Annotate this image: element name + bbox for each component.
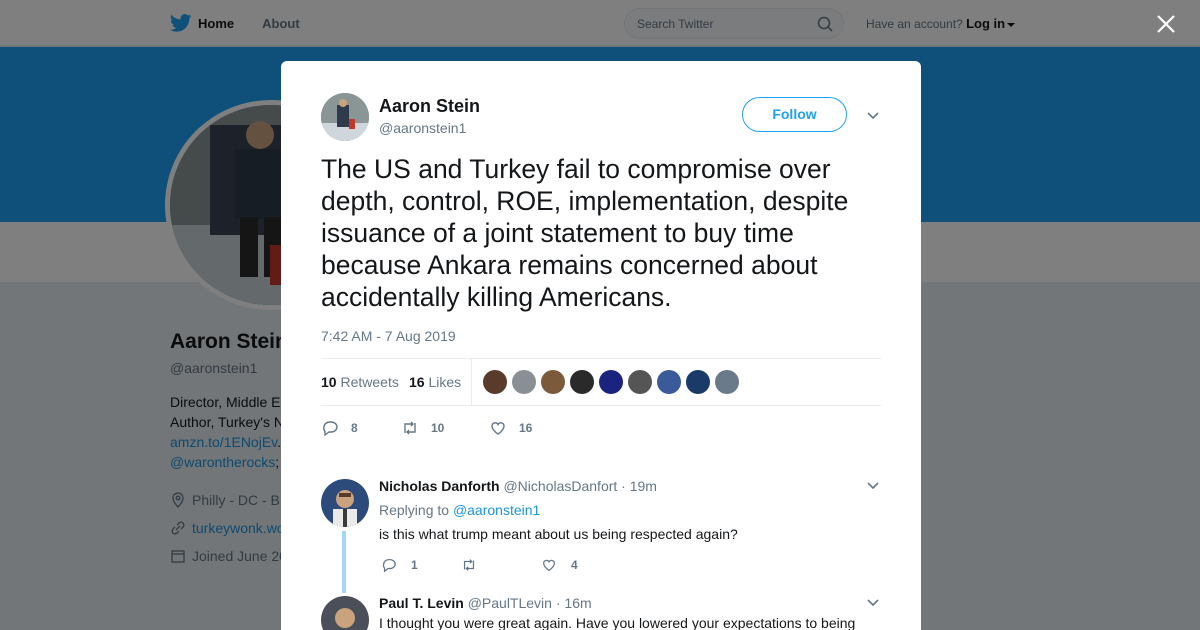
retweet-action[interactable] (461, 557, 541, 573)
author-photo (321, 93, 369, 141)
tweet-timestamp[interactable]: 7:42 AM - 7 Aug 2019 (321, 328, 456, 344)
reply-avatar-danforth[interactable] (321, 479, 369, 527)
reply-icon (323, 421, 338, 437)
reply-reply-count: 1 (411, 558, 418, 572)
liker-avatars (483, 370, 744, 394)
replying-to-handle[interactable]: @aaronstein1 (453, 502, 540, 518)
reply-author-name[interactable]: Nicholas Danforth (379, 478, 500, 494)
tweet-modal: Aaron Stein @aaronstein1 Follow The US a… (281, 61, 921, 630)
chevron-down-icon[interactable] (867, 482, 879, 490)
close-icon[interactable] (1156, 14, 1176, 34)
like-count: 16 (519, 421, 533, 435)
retweet-icon (404, 421, 416, 435)
like-action[interactable]: 4 (541, 557, 578, 573)
reply-header: Paul T. Levin @PaulTLevin · 16m (379, 595, 592, 611)
reply-count: 8 (351, 421, 358, 435)
reply-photo (321, 596, 369, 630)
thread-connector (342, 531, 346, 593)
chevron-down-icon[interactable] (867, 112, 879, 120)
reply-avatar-levin[interactable] (321, 596, 369, 630)
reply-text: I thought you were great again. Have you… (379, 615, 856, 630)
liker-avatar[interactable] (541, 370, 565, 394)
retweet-count: 10 (431, 421, 445, 435)
reply-time[interactable]: · 19m (621, 478, 657, 494)
stats-divider (471, 359, 472, 406)
reply-text: is this what trump meant about us being … (379, 526, 738, 542)
likes-count: 16 (409, 374, 425, 390)
heart-icon (491, 422, 505, 435)
retweets-label: Retweets (340, 374, 399, 390)
tweet-author-handle[interactable]: @aaronstein1 (379, 120, 466, 136)
liker-avatar[interactable] (628, 370, 652, 394)
tweet-stats: 10 Retweets 16 Likes (321, 358, 881, 406)
liker-avatar[interactable] (657, 370, 681, 394)
tweet-author-name[interactable]: Aaron Stein (379, 96, 480, 117)
chevron-down-icon[interactable] (867, 599, 879, 607)
reply-header: Nicholas Danforth @NicholasDanfort · 19m (379, 478, 657, 494)
liker-avatar[interactable] (570, 370, 594, 394)
replying-to: Replying to @aaronstein1 (379, 502, 540, 518)
liker-avatar[interactable] (599, 370, 623, 394)
reply-author-handle[interactable]: @NicholasDanfort (503, 478, 617, 494)
reply-time[interactable]: · 16m (556, 595, 592, 611)
replying-prefix: Replying to (379, 502, 450, 518)
reply-author-handle[interactable]: @PaulTLevin (468, 595, 552, 611)
retweets-stat[interactable]: 10 Retweets (321, 374, 399, 390)
tweet-actions: 8 10 16 (321, 419, 532, 437)
retweet-action[interactable]: 10 (401, 419, 489, 437)
heart-icon (543, 559, 555, 572)
liker-avatar[interactable] (715, 370, 739, 394)
reply-icon (382, 559, 396, 573)
tweet-author-avatar[interactable] (321, 93, 369, 141)
retweet-icon (463, 559, 475, 571)
liker-avatar[interactable] (512, 370, 536, 394)
reply-actions: 1 4 (381, 557, 578, 573)
reply-author-name[interactable]: Paul T. Levin (379, 595, 464, 611)
reply-action[interactable]: 8 (321, 419, 401, 437)
reply-like-count: 4 (571, 558, 578, 572)
reply-photo (321, 479, 369, 527)
reply-action[interactable]: 1 (381, 557, 461, 573)
likes-label: Likes (428, 374, 462, 390)
liker-avatar[interactable] (483, 370, 507, 394)
tweet-text: The US and Turkey fail to compromise ove… (321, 154, 849, 312)
follow-button[interactable]: Follow (742, 97, 847, 132)
liker-avatar[interactable] (686, 370, 710, 394)
retweets-count: 10 (321, 374, 337, 390)
likes-stat[interactable]: 16 Likes (409, 374, 461, 390)
like-action[interactable]: 16 (489, 419, 532, 437)
